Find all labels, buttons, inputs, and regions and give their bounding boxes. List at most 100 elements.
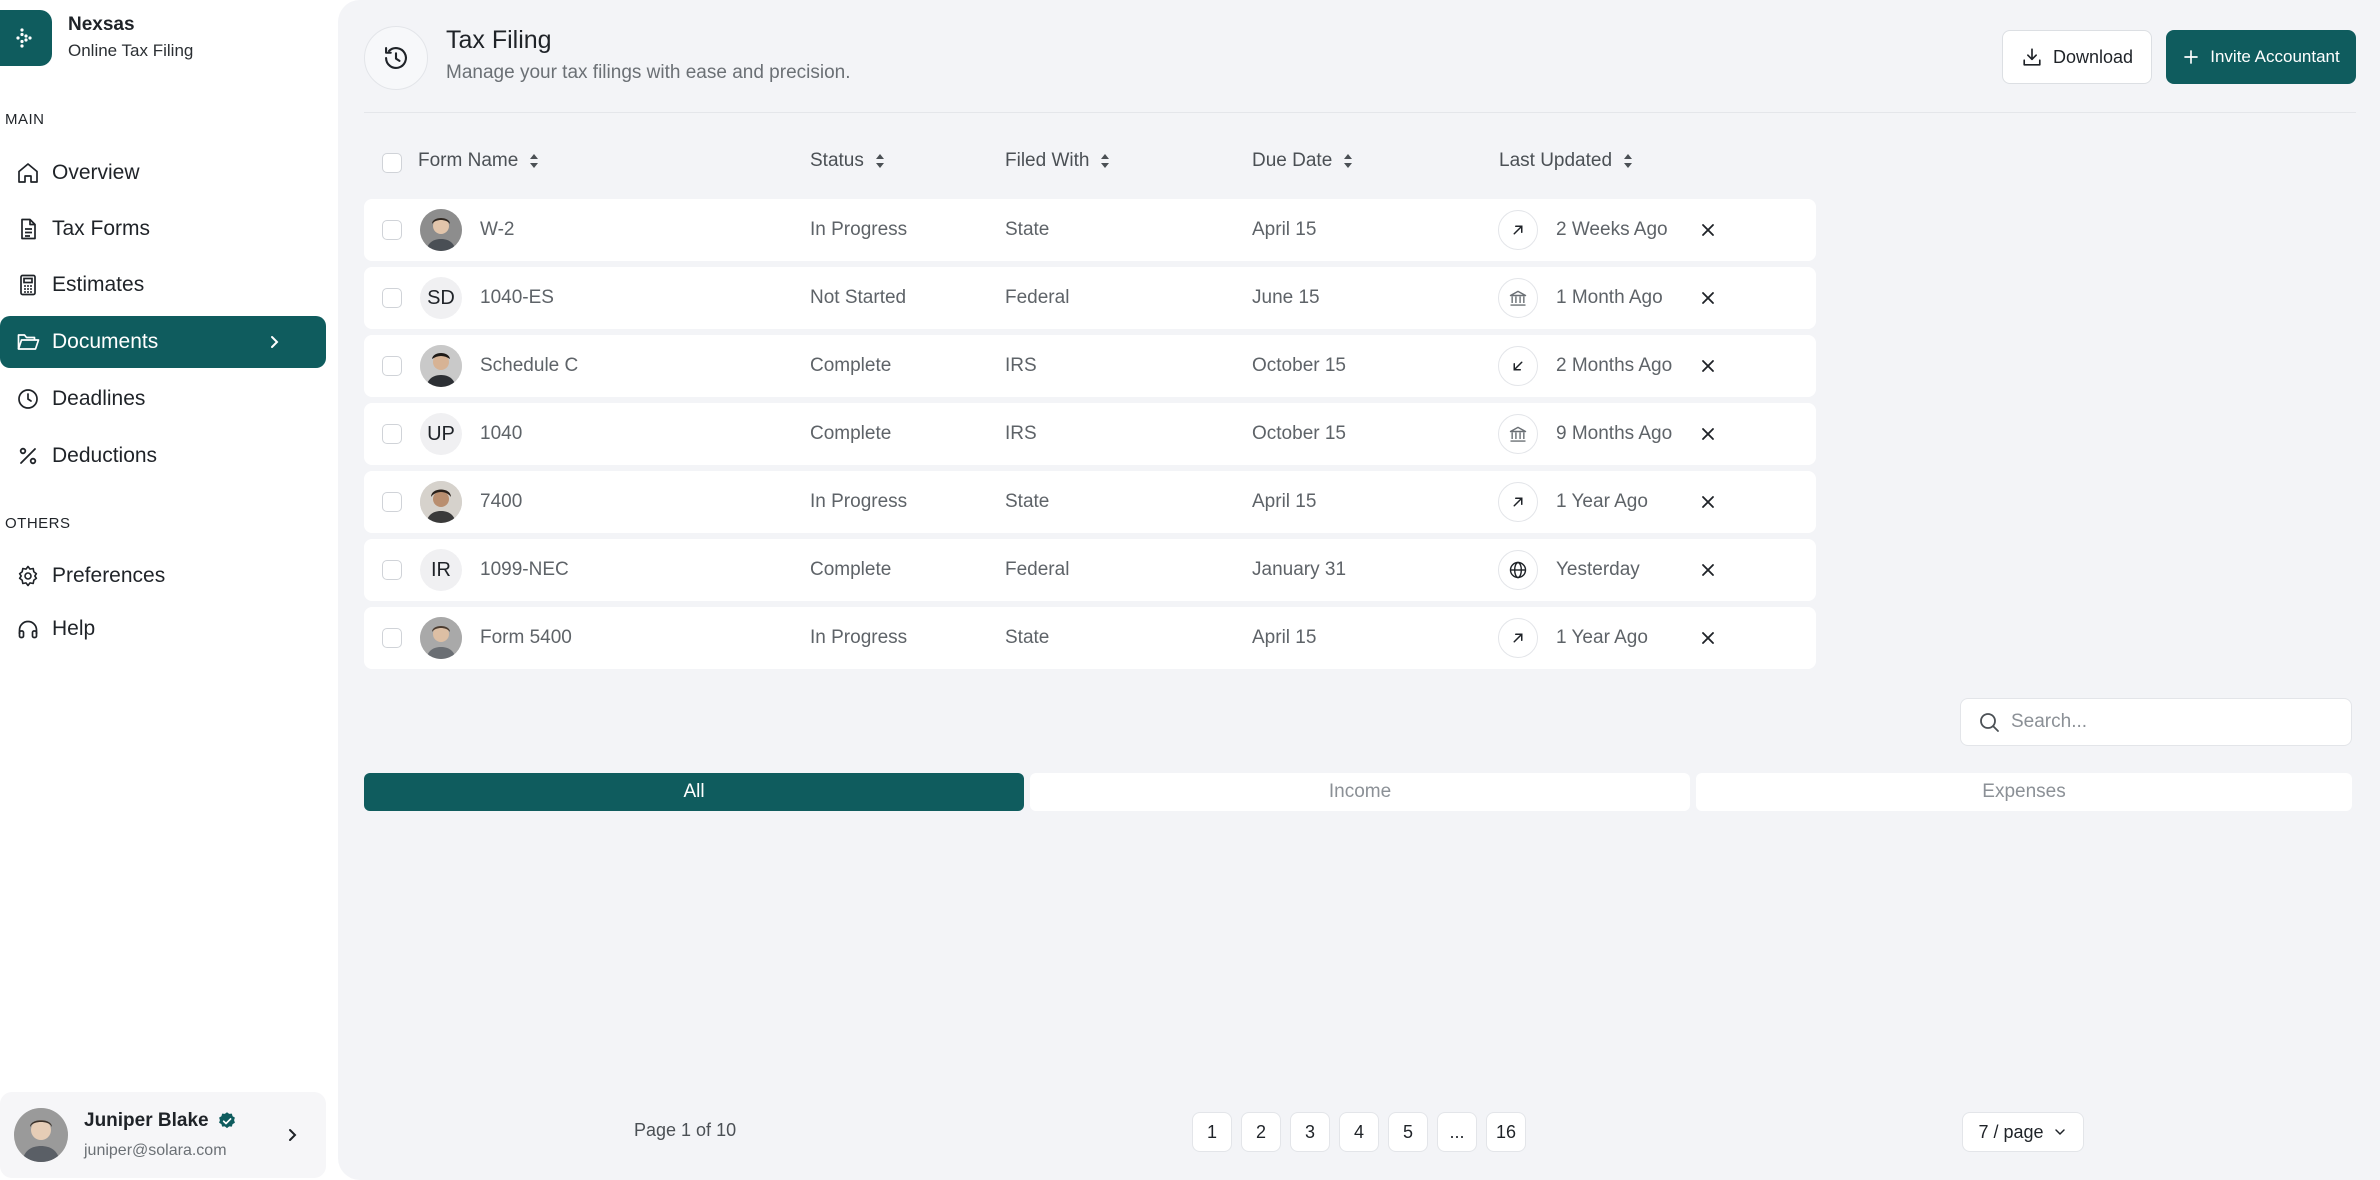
sidebar-item-tax-forms[interactable]: Tax Forms	[0, 203, 326, 255]
arrow-up-right-icon	[1498, 482, 1538, 522]
section-label-main: MAIN	[5, 111, 45, 128]
row-checkbox[interactable]	[382, 288, 402, 308]
page-button-5[interactable]: 5	[1388, 1112, 1428, 1152]
chevron-down-icon	[2054, 1129, 2065, 1136]
download-button-label: Download	[2052, 46, 2134, 67]
due-date: January 31	[1252, 559, 1347, 580]
last-updated: 9 Months Ago	[1556, 423, 1673, 444]
select-all-checkbox[interactable]	[382, 153, 402, 173]
calculator-icon	[20, 274, 36, 296]
column-header-label: Form Name	[418, 150, 519, 171]
row-checkbox[interactable]	[382, 356, 402, 376]
percent-icon	[19, 447, 37, 465]
sidebar-item-overview[interactable]: Overview	[0, 147, 326, 199]
user-name: Juniper Blake	[84, 1110, 209, 1131]
table-row[interactable]: SD 1040-ES Not Started Federal June 15 1…	[364, 267, 1816, 329]
sidebar-item-documents[interactable]: Documents	[0, 316, 326, 368]
brand-subtitle: Online Tax Filing	[68, 41, 194, 60]
header-divider	[364, 112, 2356, 113]
sidebar-item-deductions[interactable]: Deductions	[0, 430, 326, 482]
gear-icon	[18, 565, 38, 587]
table-row[interactable]: W-2 In Progress State April 15 2 Weeks A…	[364, 199, 1816, 261]
filed-with: Federal	[1005, 559, 1070, 580]
close-icon[interactable]	[1698, 492, 1718, 512]
brand-logo-icon	[0, 10, 52, 66]
brand-name: Nexsas	[68, 14, 135, 35]
form-name: 1040-ES	[480, 287, 554, 308]
page-title: Tax Filing	[446, 26, 552, 54]
sidebar-item-label: Help	[52, 617, 96, 640]
filed-with: State	[1005, 491, 1050, 512]
form-avatar	[420, 209, 462, 251]
column-header-filed-with[interactable]: Filed With	[1005, 150, 1111, 172]
close-icon[interactable]	[1698, 424, 1718, 444]
table-row[interactable]: UP 1040 Complete IRS October 15 9 Months…	[364, 403, 1816, 465]
tab-expenses[interactable]: Expenses	[1696, 773, 2352, 811]
sidebar-item-preferences[interactable]: Preferences	[0, 550, 326, 602]
row-checkbox[interactable]	[382, 492, 402, 512]
page-ellipsis[interactable]: ...	[1437, 1112, 1477, 1152]
page-button-3[interactable]: 3	[1290, 1112, 1330, 1152]
globe-icon	[1498, 550, 1538, 590]
brand[interactable]: Nexsas Online Tax Filing	[0, 10, 193, 66]
row-checkbox[interactable]	[382, 424, 402, 444]
filed-with: Federal	[1005, 287, 1070, 308]
filed-with: IRS	[1005, 423, 1037, 444]
form-avatar-initials: IR	[420, 549, 462, 591]
page-button-16[interactable]: 16	[1486, 1112, 1526, 1152]
page-subtitle: Manage your tax filings with ease and pr…	[446, 62, 851, 83]
form-avatar-initials: UP	[420, 413, 462, 455]
row-checkbox[interactable]	[382, 220, 402, 240]
user-email: juniper@solara.com	[84, 1142, 227, 1159]
tab-all[interactable]: All	[364, 773, 1024, 811]
user-avatar	[14, 1108, 68, 1162]
tab-income[interactable]: Income	[1030, 773, 1690, 811]
column-header-form-name[interactable]: Form Name	[418, 150, 540, 172]
close-icon[interactable]	[1698, 628, 1718, 648]
page-button-2[interactable]: 2	[1241, 1112, 1281, 1152]
search-box[interactable]	[1960, 698, 2352, 746]
column-header-status[interactable]: Status	[810, 150, 886, 172]
table-row[interactable]: Form 5400 In Progress State April 15 1 Y…	[364, 607, 1816, 669]
column-header-due-date[interactable]: Due Date	[1252, 150, 1354, 172]
close-icon[interactable]	[1698, 356, 1718, 376]
form-name: 1099-NEC	[480, 559, 569, 580]
table-row[interactable]: Schedule C Complete IRS October 15 2 Mon…	[364, 335, 1816, 397]
status: Complete	[810, 423, 892, 444]
download-button[interactable]: Download	[2002, 30, 2152, 84]
chevron-right-icon[interactable]	[280, 1123, 304, 1147]
column-header-last-updated[interactable]: Last Updated	[1499, 150, 1634, 172]
status: In Progress	[810, 627, 908, 648]
table-row[interactable]: 7400 In Progress State April 15 1 Year A…	[364, 471, 1816, 533]
sort-icon	[1101, 154, 1110, 168]
sort-icon	[875, 154, 884, 168]
close-icon[interactable]	[1698, 288, 1718, 308]
headphones-icon	[18, 620, 38, 639]
close-icon[interactable]	[1698, 220, 1718, 240]
sidebar-item-label: Deductions	[52, 444, 158, 467]
row-checkbox[interactable]	[382, 560, 402, 580]
due-date: October 15	[1252, 355, 1346, 376]
chevron-right-icon	[271, 336, 279, 348]
sidebar-item-help[interactable]: Help	[0, 603, 326, 655]
user-profile-card[interactable]: Juniper Blake juniper@solara.com	[0, 1092, 326, 1178]
status: Complete	[810, 355, 892, 376]
form-name: W-2	[480, 219, 515, 240]
sidebar-item-estimates[interactable]: Estimates	[0, 259, 326, 311]
table-row[interactable]: IR 1099-NEC Complete Federal January 31 …	[364, 539, 1816, 601]
due-date: April 15	[1252, 627, 1317, 648]
arrow-down-left-icon	[1498, 346, 1538, 386]
column-header-label: Filed With	[1005, 150, 1090, 171]
sort-icon	[530, 154, 539, 168]
per-page-select[interactable]: 7 / page	[1962, 1112, 2084, 1152]
invite-accountant-button[interactable]: Invite Accountant	[2166, 30, 2356, 84]
last-updated: 1 Month Ago	[1556, 287, 1663, 308]
search-input[interactable]	[2011, 711, 2331, 733]
row-checkbox[interactable]	[382, 628, 402, 648]
page-button-4[interactable]: 4	[1339, 1112, 1379, 1152]
sidebar-item-label: Preferences	[52, 564, 166, 587]
sidebar-item-deadlines[interactable]: Deadlines	[0, 373, 326, 425]
status: Not Started	[810, 287, 907, 308]
page-button-1[interactable]: 1	[1192, 1112, 1232, 1152]
close-icon[interactable]	[1698, 560, 1718, 580]
